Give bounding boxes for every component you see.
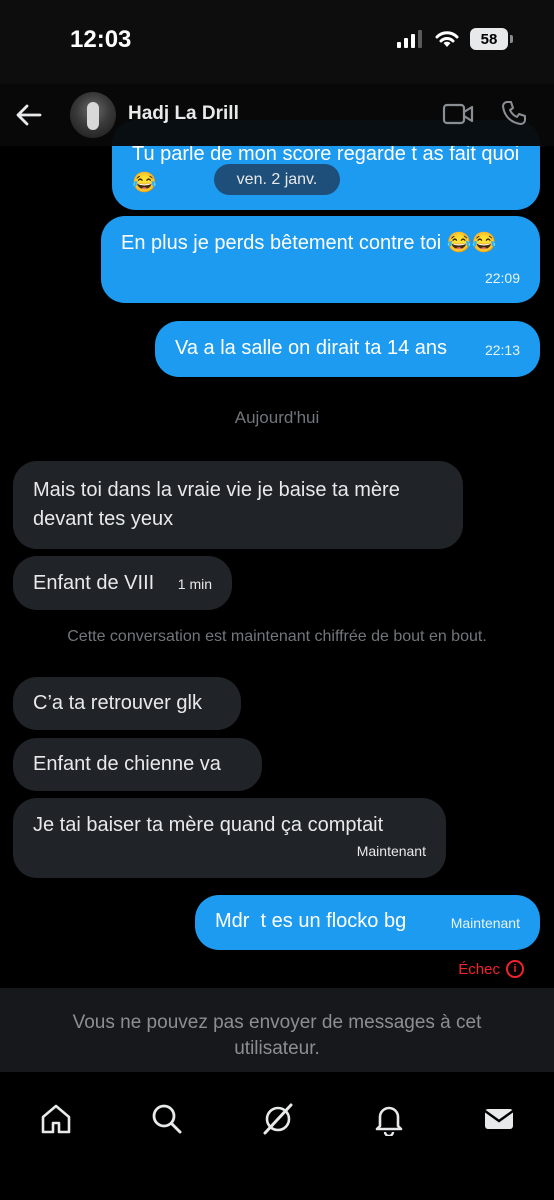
message-text: En plus je perds bêtement contre toi 😂😂 [121,232,497,254]
messages-icon[interactable] [482,1102,516,1136]
conversation-header: Hadj La Drill [0,84,554,146]
info-icon: i [506,960,524,978]
message-text: Va a la salle on dirait ta 14 ans [175,337,448,359]
home-icon[interactable] [39,1102,73,1136]
grok-icon[interactable] [261,1102,295,1136]
signal-icon [397,30,422,48]
date-pill: ven. 2 janv. [214,164,340,195]
message-bubble-received[interactable]: Je tai baiser ta mère quand ça comptait … [13,798,446,878]
message-text: Je tai baiser ta mère quand ça comptait [33,814,384,836]
battery-indicator: 58 [470,28,513,50]
cannot-send-text: Vous ne pouvez pas envoyer de messages à… [72,1012,482,1059]
cannot-send-notice: Vous ne pouvez pas envoyer de messages à… [0,988,554,1072]
phone-icon[interactable] [500,99,528,127]
message-bubble-sent[interactable]: Va a la salle on dirait ta 14 ans 22:13 [155,321,540,377]
avatar[interactable] [70,92,116,138]
status-bar: 12:03 58 [0,0,554,84]
failed-label: Échec [458,960,500,978]
message-time: 22:09 [484,270,520,286]
message-bubble-received[interactable]: Enfant de VIII 1 min [13,556,232,610]
status-time: 12:03 [70,26,132,53]
message-text: C’a ta retrouver glk [33,692,202,714]
message-time: 22:13 [484,342,520,358]
send-failed-status[interactable]: Échec i [458,960,524,978]
message-time: 1 min [177,576,212,592]
message-bubble-received[interactable]: Mais toi dans la vraie vie je baise ta m… [13,461,463,549]
message-bubble-sent[interactable]: En plus je perds bêtement contre toi 😂😂 … [101,216,540,303]
message-time: Maintenant [450,915,520,931]
message-text: Enfant de chienne va [33,753,221,775]
message-bubble-received[interactable]: C’a ta retrouver glk [13,677,241,730]
message-bubble-received[interactable]: Enfant de chienne va [13,738,262,791]
message-text: Mdr t es un flocko bg [215,910,407,932]
date-divider: Aujourd'hui [234,408,320,427]
search-icon[interactable] [150,1102,184,1136]
back-arrow-icon[interactable] [14,100,44,130]
message-bubble-sent[interactable]: Mdr t es un flocko bg Maintenant [195,895,540,950]
status-indicators: 58 [396,28,513,50]
contact-name[interactable]: Hadj La Drill [128,103,239,125]
video-call-icon[interactable] [442,101,474,127]
message-text: Mais toi dans la vraie vie je baise ta m… [33,479,400,530]
encryption-notice: Cette conversation est maintenant chiffr… [67,628,487,645]
bottom-tab-bar [0,1072,554,1200]
message-text: Enfant de VIII [33,572,155,594]
wifi-icon [435,31,459,47]
message-time: Maintenant [356,843,426,859]
notifications-icon[interactable] [372,1102,406,1136]
